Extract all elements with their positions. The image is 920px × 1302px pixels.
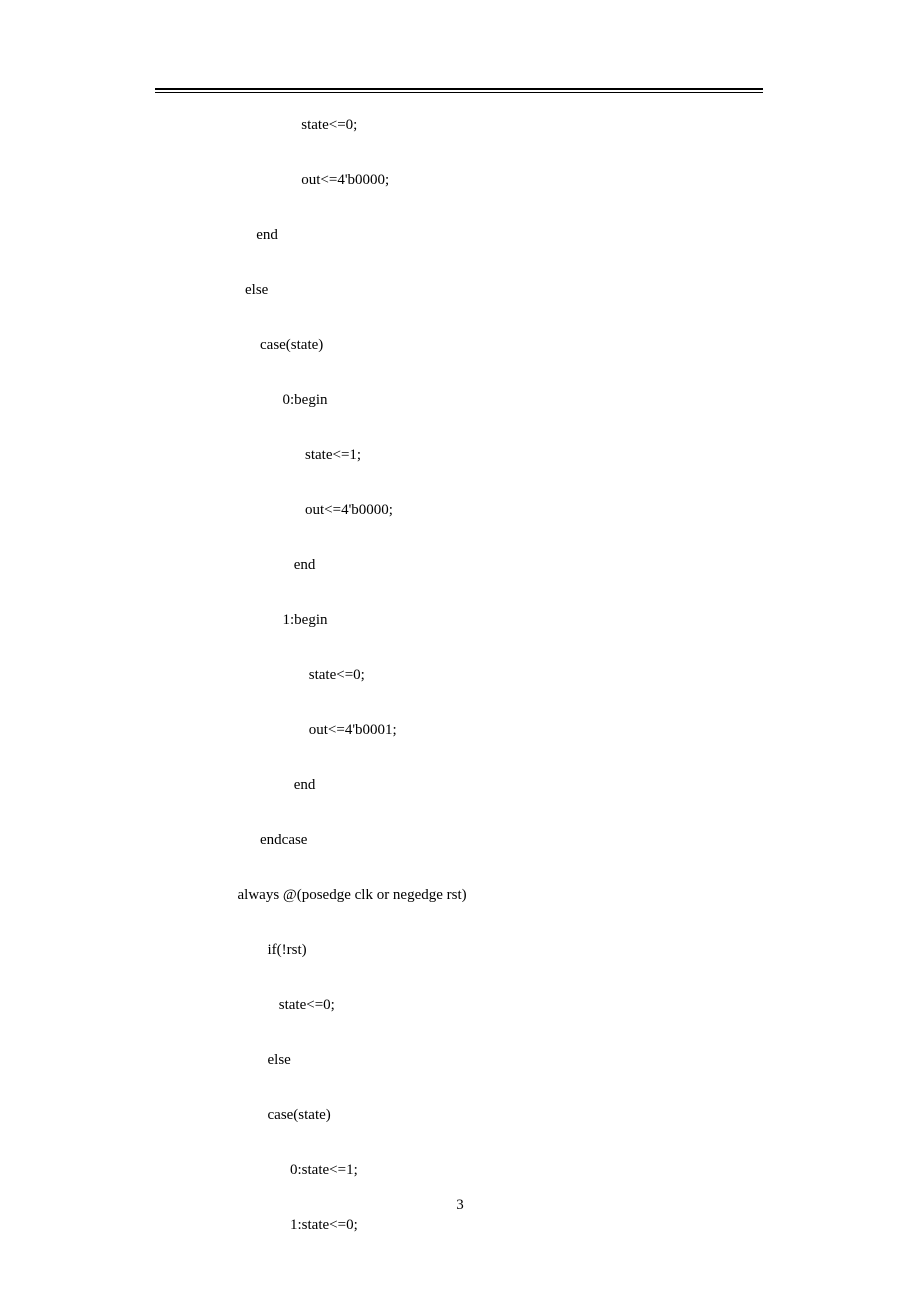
header-rule-thick	[155, 88, 763, 90]
code-line: 1:state<=0;	[155, 1218, 763, 1233]
code-line: case(state)	[155, 338, 763, 353]
code-line: always @(posedge clk or negedge rst)	[155, 888, 763, 903]
code-line: end	[155, 558, 763, 573]
document-page: state<=0; out<=4'b0000; end else case(st…	[0, 0, 920, 1302]
code-line: state<=1;	[155, 448, 763, 463]
code-line: else	[155, 1053, 763, 1068]
code-line: state<=0;	[155, 998, 763, 1013]
code-line: else	[155, 283, 763, 298]
code-line: end	[155, 778, 763, 793]
code-line: 1:begin	[155, 613, 763, 628]
header-rule-thin	[155, 92, 763, 93]
code-line: out<=4'b0000;	[155, 503, 763, 518]
code-line: state<=0;	[155, 118, 763, 133]
code-content: state<=0; out<=4'b0000; end else case(st…	[155, 118, 763, 1273]
code-line: state<=0;	[155, 668, 763, 683]
code-line: 0:begin	[155, 393, 763, 408]
code-line: endcase	[155, 833, 763, 848]
code-line: out<=4'b0001;	[155, 723, 763, 738]
code-line: if(!rst)	[155, 943, 763, 958]
code-line: out<=4'b0000;	[155, 173, 763, 188]
code-line: 0:state<=1;	[155, 1163, 763, 1178]
page-number: 3	[0, 1197, 920, 1214]
code-line: end	[155, 228, 763, 243]
code-line: case(state)	[155, 1108, 763, 1123]
